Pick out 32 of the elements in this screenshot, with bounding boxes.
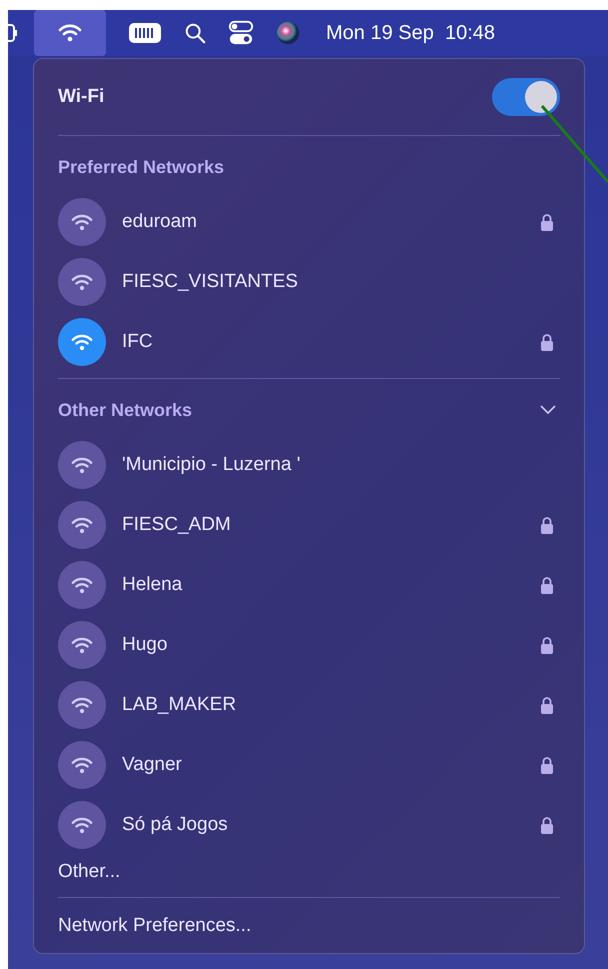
network-item[interactable]: Hugo xyxy=(58,615,560,675)
network-name: 'Municipio - Luzerna ' xyxy=(122,454,302,476)
network-item[interactable]: LAB_MAKER xyxy=(58,675,560,735)
wifi-toggle[interactable] xyxy=(492,78,560,116)
wifi-title: Wi-Fi xyxy=(58,86,104,108)
network-item[interactable]: FIESC_VISITANTES xyxy=(58,252,560,312)
network-name: FIESC_VISITANTES xyxy=(122,271,299,293)
network-item[interactable]: Helena xyxy=(58,555,560,615)
network-name: Vagner xyxy=(122,754,183,776)
menu-clock[interactable]: Mon 19 Sep 10:48 xyxy=(326,22,496,44)
network-name: Só pá Jogos xyxy=(122,814,229,836)
search-icon[interactable] xyxy=(184,22,206,44)
network-name: FIESC_ADM xyxy=(122,514,232,536)
network-item[interactable]: Vagner xyxy=(58,735,560,795)
network-name: IFC xyxy=(122,331,154,353)
network-item[interactable]: eduroam xyxy=(58,192,560,252)
section-heading: Preferred Networks xyxy=(58,156,224,178)
section-heading: Other Networks xyxy=(58,400,192,420)
network-name: eduroam xyxy=(122,211,198,233)
network-item[interactable]: 'Municipio - Luzerna ' xyxy=(58,435,560,495)
network-item[interactable]: IFC xyxy=(58,312,560,372)
network-item[interactable]: FIESC_ADM xyxy=(58,495,560,555)
wifi-menu-icon[interactable] xyxy=(34,10,106,56)
network-name: Hugo xyxy=(122,634,168,656)
orb-icon[interactable] xyxy=(276,21,300,45)
network-name: LAB_MAKER xyxy=(122,694,238,716)
keyboard-icon[interactable] xyxy=(128,21,162,45)
chevron-icon[interactable] xyxy=(540,405,556,415)
toggles-icon[interactable] xyxy=(228,20,254,46)
network-preferences-item[interactable]: Network Preferences... xyxy=(58,898,560,954)
battery-icon[interactable] xyxy=(8,23,18,43)
network-name: Helena xyxy=(122,574,184,596)
